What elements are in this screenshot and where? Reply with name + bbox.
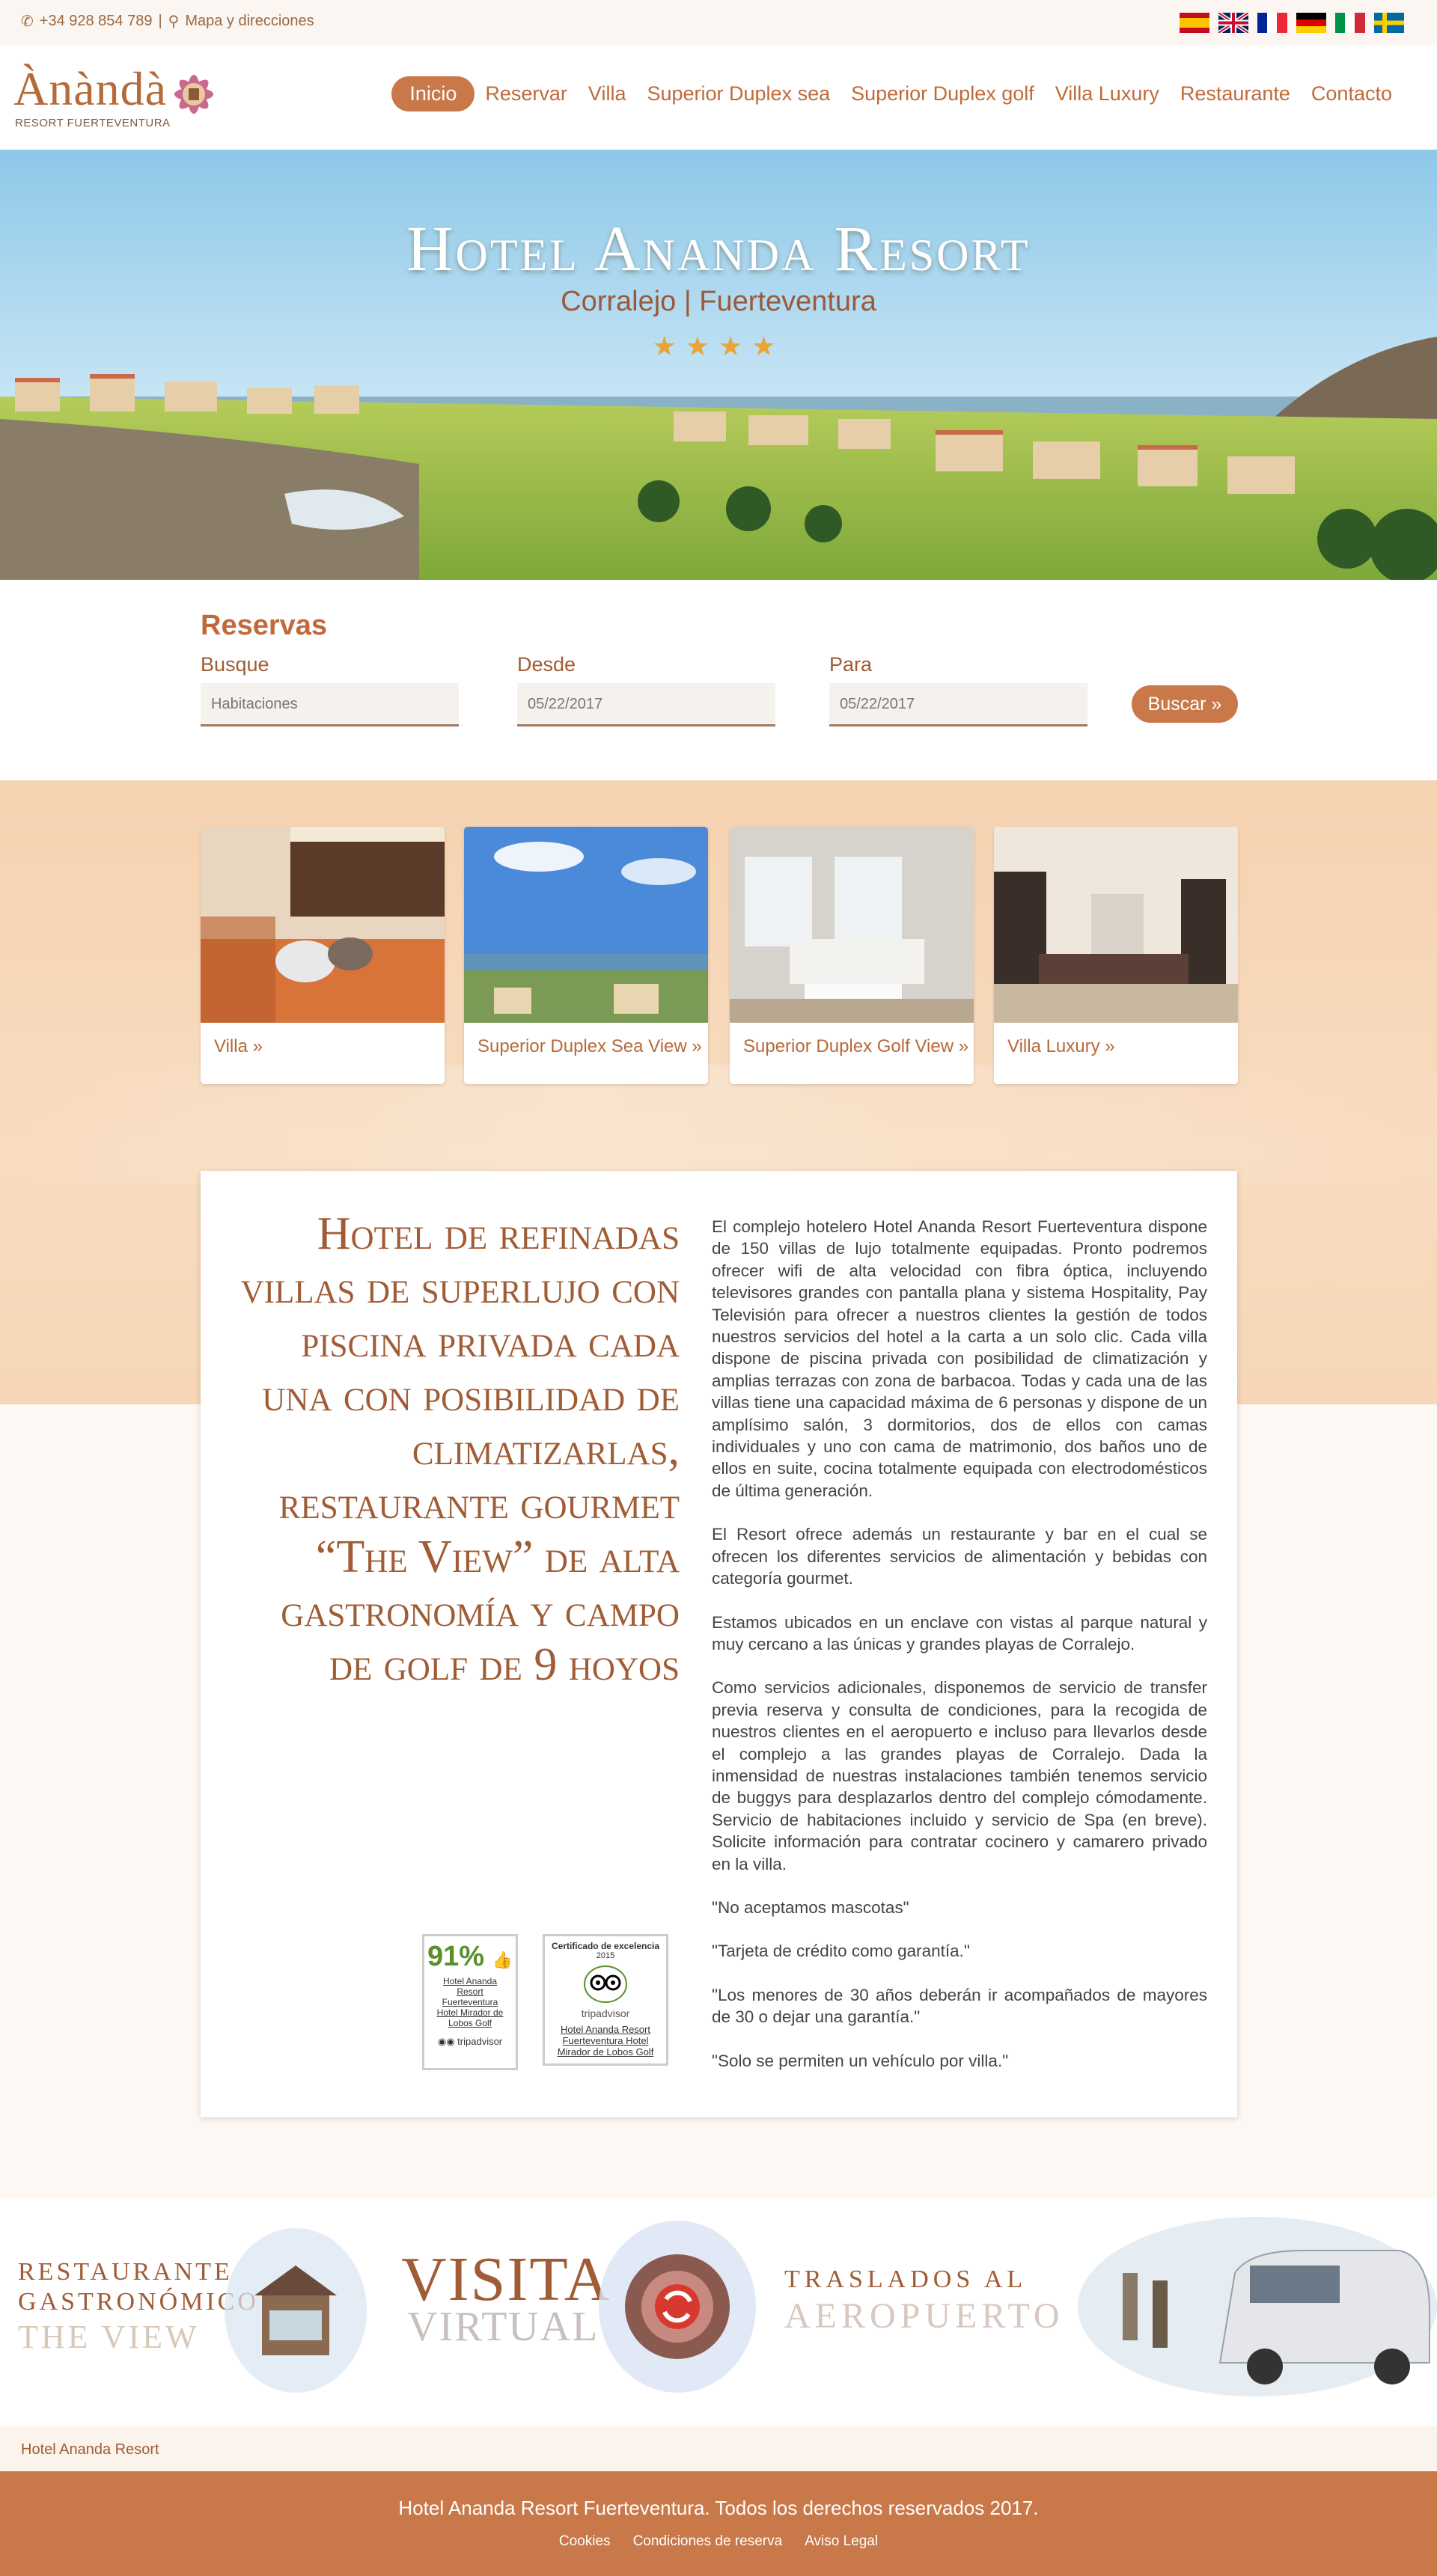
de-flag-icon[interactable] (1296, 13, 1326, 33)
golf-view-photo (730, 827, 974, 1023)
about-headline: Hotel de refinadas villas de superlujo c… (240, 1208, 680, 1690)
about-section: Hotel de refinadas villas de superlujo c… (201, 1171, 1237, 2117)
room-card-villa-luxury[interactable]: Villa Luxury » (994, 827, 1238, 1084)
about-text: El complejo hotelero Hotel Ananda Resort… (712, 1216, 1207, 2093)
phone-icon: ✆ (21, 13, 34, 30)
fr-flag-icon[interactable] (1257, 13, 1287, 33)
airport-transfer-promo[interactable]: TRASLADOS AL AEROPUERTO (771, 2198, 1437, 2426)
language-selector (1180, 13, 1404, 33)
certificate-year: 2015 (596, 1951, 615, 1960)
tripadvisor-brand: tripadvisor (457, 2036, 503, 2047)
logo-wordmark: Ànàndà (13, 62, 168, 115)
logo[interactable]: Ànàndà RESORT FUERTEVENTURA (13, 58, 223, 133)
nav-item-inicio[interactable]: Inicio (391, 76, 475, 111)
contact-info: ✆ +34 928 854 789 | ⚲ Mapa y direcciones (21, 12, 314, 31)
se-flag-icon[interactable] (1374, 13, 1404, 33)
to-date-input[interactable]: 05/22/2017 (829, 683, 1087, 726)
nav-item-superior-duplex-golf[interactable]: Superior Duplex golf (840, 76, 1045, 111)
footer-link-cookies[interactable]: Cookies (559, 2533, 611, 2550)
room-card-superior-duplex-sea-view[interactable]: Superior Duplex Sea View » (464, 827, 708, 1084)
policy-note: "Tarjeta de crédito como garantía." (712, 1942, 970, 1961)
about-paragraph: Estamos ubicados en un enclave con vista… (712, 1612, 1207, 1653)
transfer-line-1: TRASLADOS AL (784, 2266, 1028, 2293)
nav-item-reservar[interactable]: Reservar (475, 76, 578, 111)
policy-note: "No aceptamos mascotas" (712, 1897, 909, 1917)
top-bar: ✆ +34 928 854 789 | ⚲ Mapa y direcciones (0, 0, 1437, 45)
restaurant-photo (225, 2228, 367, 2393)
visit-line-2: VIRTUAL (407, 2304, 599, 2350)
tripadvisor-owl-icon: ◉◉ (437, 2036, 455, 2047)
room-card-label: Superior Duplex Golf View » (743, 1036, 969, 1056)
transfer-line-2: AEROPUERTO (784, 2296, 1064, 2336)
from-date-input[interactable]: 05/22/2017 (517, 683, 775, 726)
virtual-tour-seal-icon (599, 2221, 756, 2393)
footer-link-conditions[interactable]: Condiciones de reserva (633, 2533, 783, 2550)
badge-hotel-link[interactable]: Hotel Ananda Resort Fuerteventura Hotel … (430, 1976, 510, 2028)
search-button[interactable]: Buscar » (1132, 685, 1238, 723)
policy-note: "Los menores de 30 años deberán ir acomp… (712, 1985, 1207, 2027)
restaurant-line-2: GASTRONÓMICO (18, 2288, 259, 2316)
tripadvisor-owl-icon (584, 1965, 627, 2003)
booking-title: Reservas (201, 610, 328, 641)
room-card-label: Villa » (214, 1036, 263, 1056)
thumbs-up-icon: 👍 (492, 1951, 513, 1969)
footer-site-name[interactable]: Hotel Ananda Resort (0, 2426, 1437, 2471)
certificate-title: Certificado de excelencia (551, 1941, 660, 1951)
main-menu: Inicio Reservar Villa Superior Duplex se… (391, 76, 1403, 111)
villa-photo (201, 827, 445, 1023)
room-card-villa[interactable]: Villa » (201, 827, 445, 1084)
nav-item-contacto[interactable]: Contacto (1301, 76, 1403, 111)
tripadvisor-brand: tripadvisor (581, 2007, 630, 2019)
it-flag-icon[interactable] (1335, 13, 1365, 33)
map-pin-icon: ⚲ (168, 13, 180, 30)
footer-links: Cookies Condiciones de reserva Aviso Leg… (0, 2533, 1437, 2550)
footer-link-legal[interactable]: Aviso Legal (805, 2533, 878, 2550)
promo-banners: RESTAURANTE GASTRONÓMICO THE VIEW VISITA… (0, 2198, 1437, 2426)
room-card-label: Villa Luxury » (1007, 1036, 1115, 1056)
certificate-of-excellence-badge[interactable]: Certificado de excelencia 2015 tripadvis… (543, 1934, 668, 2066)
policy-note: "Solo se permiten un vehículo por villa.… (712, 2051, 1009, 2070)
booking-form: Reservas Busque Desde Para Habitaciones … (0, 580, 1437, 780)
restaurant-promo[interactable]: RESTAURANTE GASTRONÓMICO THE VIEW (0, 2198, 374, 2426)
hero-banner: Hotel Ananda Resort Corralejo | Fuerteve… (0, 150, 1437, 580)
restaurant-line-3: THE VIEW (18, 2319, 200, 2355)
desde-label: Desde (517, 653, 576, 676)
restaurant-line-1: RESTAURANTE (18, 2258, 233, 2286)
busque-label: Busque (201, 653, 269, 676)
para-label: Para (829, 653, 873, 676)
tripadvisor-rating-badge[interactable]: 91% 👍 Hotel Ananda Resort Fuerteventura … (422, 1934, 518, 2070)
shuttle-van-photo (1078, 2217, 1437, 2396)
es-flag-icon[interactable] (1180, 13, 1209, 33)
main-navbar: Ànàndà RESORT FUERTEVENTURA Inicio Reser… (0, 45, 1437, 150)
copyright-text: Hotel Ananda Resort Fuerteventura. Todos… (398, 2497, 1039, 2519)
about-paragraph: Como servicios adicionales, disponemos d… (712, 1678, 1207, 1873)
rooms-select[interactable]: Habitaciones (201, 683, 459, 726)
about-paragraph: El complejo hotelero Hotel Ananda Resort… (712, 1217, 1207, 1500)
separator: | (158, 13, 162, 29)
map-link[interactable]: Mapa y direcciones (185, 13, 314, 30)
badge-hotel-link[interactable]: Hotel Ananda Resort Fuerteventura Hotel … (545, 2024, 666, 2058)
nav-item-restaurante[interactable]: Restaurante (1170, 76, 1301, 111)
logo-subtitle: RESORT FUERTEVENTURA (15, 117, 171, 129)
nav-item-villa-luxury[interactable]: Villa Luxury (1045, 76, 1170, 111)
nav-item-superior-duplex-sea[interactable]: Superior Duplex sea (636, 76, 840, 111)
hero-title: Hotel Ananda Resort (406, 212, 1031, 284)
nav-item-villa[interactable]: Villa (578, 76, 637, 111)
lotus-emblem-icon (174, 75, 213, 114)
room-card-superior-duplex-golf-view[interactable]: Superior Duplex Golf View » (730, 827, 974, 1084)
rating-percent: 91% (427, 1941, 485, 1972)
footer: Hotel Ananda Resort Fuerteventura. Todos… (0, 2471, 1437, 2576)
virtual-tour-promo[interactable]: VISITA VIRTUAL (397, 2198, 756, 2426)
star-rating-icon: ★★★★ (652, 331, 785, 361)
hero-subtitle: Corralejo | Fuerteventura (561, 286, 876, 317)
about-paragraph: El Resort ofrece además un restaurante y… (712, 1525, 1207, 1588)
uk-flag-icon[interactable] (1218, 13, 1248, 33)
luxury-photo (994, 827, 1238, 1023)
phone-link[interactable]: +34 928 854 789 (40, 13, 153, 30)
room-card-label: Superior Duplex Sea View » (478, 1036, 702, 1056)
sea-view-photo (464, 827, 708, 1023)
